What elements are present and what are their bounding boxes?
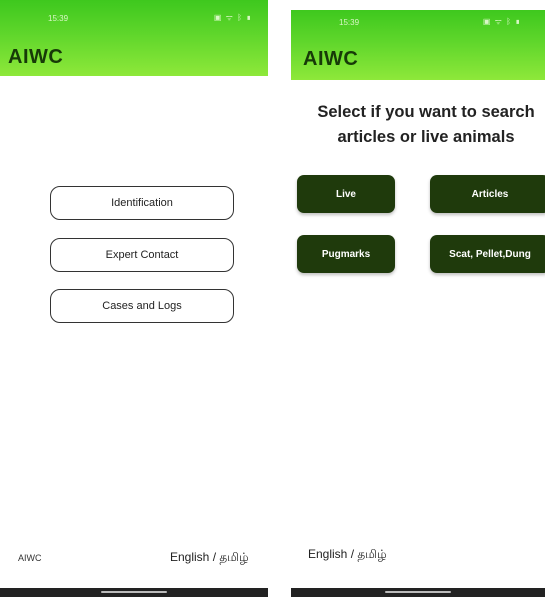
articles-button[interactable]: Articles	[430, 175, 545, 213]
language-toggle[interactable]: English / தமிழ்	[308, 547, 387, 563]
pugmarks-button[interactable]: Pugmarks	[297, 235, 395, 273]
cases-and-logs-button[interactable]: Cases and Logs	[50, 289, 234, 323]
search-type-screen: 15:39 ▣ ᯤ ᛒ ▮ AIWC Select if you want to…	[291, 0, 545, 597]
status-time: 15:39	[48, 14, 69, 23]
home-gesture-handle[interactable]	[101, 591, 167, 593]
headline-line-1: Select if you want to search	[317, 103, 535, 121]
expert-contact-button[interactable]: Expert Contact	[50, 238, 234, 272]
status-time: 15:39	[339, 18, 360, 27]
home-gesture-handle[interactable]	[385, 591, 451, 593]
page-headline: Select if you want to search articles or…	[291, 100, 545, 150]
language-toggle[interactable]: English / தமிழ்	[170, 550, 249, 566]
home-screen: 15:39 ▣ ᯤ ᛒ ▮ AIWC Identification Expert…	[0, 0, 268, 597]
app-bar: 15:39 ▣ ᯤ ᛒ ▮ AIWC	[0, 0, 268, 76]
system-nav-bar	[291, 588, 545, 597]
app-title: AIWC	[8, 46, 64, 68]
headline-line-2: articles or live animals	[337, 128, 515, 146]
app-title: AIWC	[303, 48, 359, 70]
status-icons: ▣ ᯤ ᛒ ▮	[482, 17, 521, 26]
app-bar: 15:39 ▣ ᯤ ᛒ ▮ AIWC	[291, 10, 545, 80]
system-nav-bar	[0, 588, 268, 597]
footer-app-name: AIWC	[18, 553, 42, 563]
identification-button[interactable]: Identification	[50, 186, 234, 220]
scat-pellet-dung-button[interactable]: Scat, Pellet,Dung	[430, 235, 545, 273]
status-icons: ▣ ᯤ ᛒ ▮	[213, 13, 252, 22]
live-button[interactable]: Live	[297, 175, 395, 213]
